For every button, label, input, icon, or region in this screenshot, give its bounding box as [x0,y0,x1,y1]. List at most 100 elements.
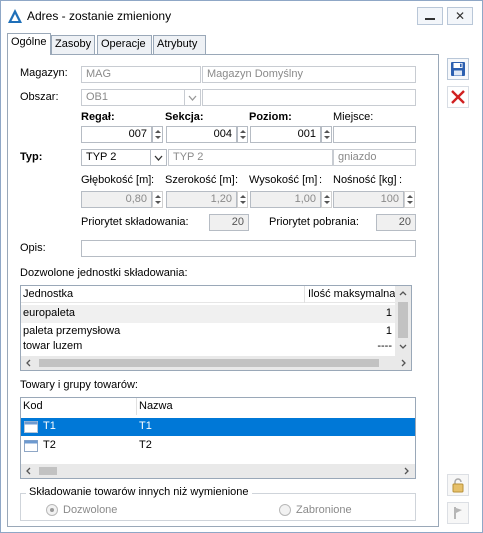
sekcja-label: Sekcja: [165,111,204,123]
table-row[interactable]: T2 T2 [21,437,415,455]
chevron-down-icon [188,95,197,101]
tab-label: Ogólne [11,36,47,48]
close-icon: ✕ [454,9,466,23]
sekcja-spinner[interactable] [237,126,248,143]
units-horizontal-scrollbar[interactable] [21,356,411,370]
units-vertical-scrollbar[interactable] [395,286,411,356]
forbidden-radio[interactable] [279,504,291,516]
magazyn-name-field: Magazyn Domyślny [202,66,416,83]
window-icon [24,421,38,433]
code-cell: T2 [43,439,56,451]
flag-button[interactable] [447,502,469,524]
goods-section-label: Towary i grupy towarów: [20,379,138,391]
miejsce-field[interactable] [333,126,416,143]
colon-separator: : [319,174,323,186]
wysokosc-label: Wysokość [m] [249,174,318,186]
close-button[interactable]: ✕ [447,7,473,25]
flag-icon [454,507,462,519]
glebokosc-label: Głębokość [m] [81,174,152,186]
scroll-left-icon[interactable] [26,467,31,475]
scroll-right-icon[interactable] [404,467,409,475]
opis-field[interactable] [81,240,416,257]
szerokosc-spinner [237,191,248,208]
storage-other-legend: Składowanie towarów innych niż wymienion… [26,486,252,498]
regal-field[interactable]: 007 [81,126,152,143]
magazyn-code-field: MAG [81,66,201,83]
code-cell: T1 [43,420,56,432]
wysokosc-field: 1,00 [250,191,321,208]
scrollbar-thumb[interactable] [39,359,379,367]
wysokosc-spinner [321,191,332,208]
goods-grid[interactable]: Kod Nazwa T1 T1 T2 T2 [20,397,416,479]
window-icon [24,440,38,452]
chevron-down-icon [154,155,163,161]
priorytet-pobrania-field[interactable]: 20 [376,214,416,231]
general-tab-panel: Magazyn: MAG Magazyn Domyślny Obszar: OB… [7,54,439,527]
regal-label: Regał: [81,111,115,123]
typ-label: Typ: [20,151,43,163]
allowed-radio-label[interactable]: Dozwolone [63,504,117,516]
title-bar: Adres - zostanie zmieniony ✕ [1,1,482,31]
poziom-label: Poziom: [249,111,292,123]
typ-dropdown-button[interactable] [150,149,167,166]
regal-spinner[interactable] [152,126,163,143]
tab-operacje[interactable]: Operacje [97,35,152,54]
column-header-ilosc[interactable]: Ilość maksymalna [308,286,398,303]
units-grid[interactable]: Jednostka Ilość maksymalna europaleta 1 … [20,285,412,371]
unit-cell: europaleta [23,307,75,319]
colon-separator: : [151,174,155,186]
units-grid-header: Jednostka Ilość maksymalna [21,286,395,303]
app-logo-icon [8,9,22,23]
goods-horizontal-scrollbar[interactable] [21,464,415,478]
allowed-radio[interactable] [46,504,58,516]
column-header-jednostka[interactable]: Jednostka [23,286,303,303]
lock-button[interactable] [447,474,469,496]
obszar-label: Obszar: [20,91,59,103]
column-header-kod[interactable]: Kod [23,398,133,415]
table-row-selected[interactable]: T1 T1 [21,418,415,436]
obszar-extra-field [202,89,416,106]
tab-atrybuty[interactable]: Atrybuty [153,35,206,54]
table-row[interactable]: europaleta 1 [21,305,395,323]
unit-cell: paleta przemysłowa [23,325,121,337]
tab-label: Atrybuty [157,38,198,50]
minimize-button[interactable] [417,7,443,25]
max-cell: 1 [385,325,392,337]
name-cell: T1 [139,420,152,432]
priorytet-skladowania-field[interactable]: 20 [209,214,249,231]
name-cell: T2 [139,439,152,451]
forbidden-radio-label[interactable]: Zabronione [296,504,352,516]
tab-label: Zasoby [55,38,92,50]
column-header-nazwa[interactable]: Nazwa [139,398,339,415]
table-row[interactable]: paleta przemysłowa 1 [21,323,395,341]
units-section-label: Dozwolone jednostki składowania: [20,267,188,279]
tab-zasoby[interactable]: Zasoby [51,35,95,54]
colon-separator: : [399,174,403,186]
max-cell: ---- [377,341,392,352]
delete-button[interactable] [447,86,469,108]
nosnosc-label: Nośność [kg] [333,174,397,186]
szerokosc-label: Szerokość [m] [165,174,235,186]
save-icon [451,62,465,76]
glebokosc-field: 0,80 [81,191,152,208]
typ-select[interactable]: TYP 2 [81,149,151,166]
window-title: Adres - zostanie zmieniony [27,9,172,23]
tab-ogolne[interactable]: Ogólne [7,33,51,55]
scroll-right-icon[interactable] [401,359,406,367]
scroll-down-icon[interactable] [399,344,407,349]
scroll-up-icon[interactable] [399,291,407,296]
save-button[interactable] [447,58,469,80]
obszar-select[interactable]: OB1 [81,89,185,106]
scrollbar-thumb[interactable] [39,467,57,475]
scrollbar-thumb[interactable] [398,302,408,338]
nosnosc-spinner [404,191,415,208]
typ-kind-field: gniazdo [333,149,416,166]
obszar-dropdown-button[interactable] [184,89,201,106]
table-row[interactable]: towar luzem ---- [21,341,395,352]
sekcja-field[interactable]: 004 [166,126,237,143]
poziom-spinner[interactable] [321,126,332,143]
poziom-field[interactable]: 001 [250,126,321,143]
typ-name-field: TYP 2 [168,149,333,166]
nosnosc-field: 100 [333,191,404,208]
scroll-left-icon[interactable] [26,359,31,367]
